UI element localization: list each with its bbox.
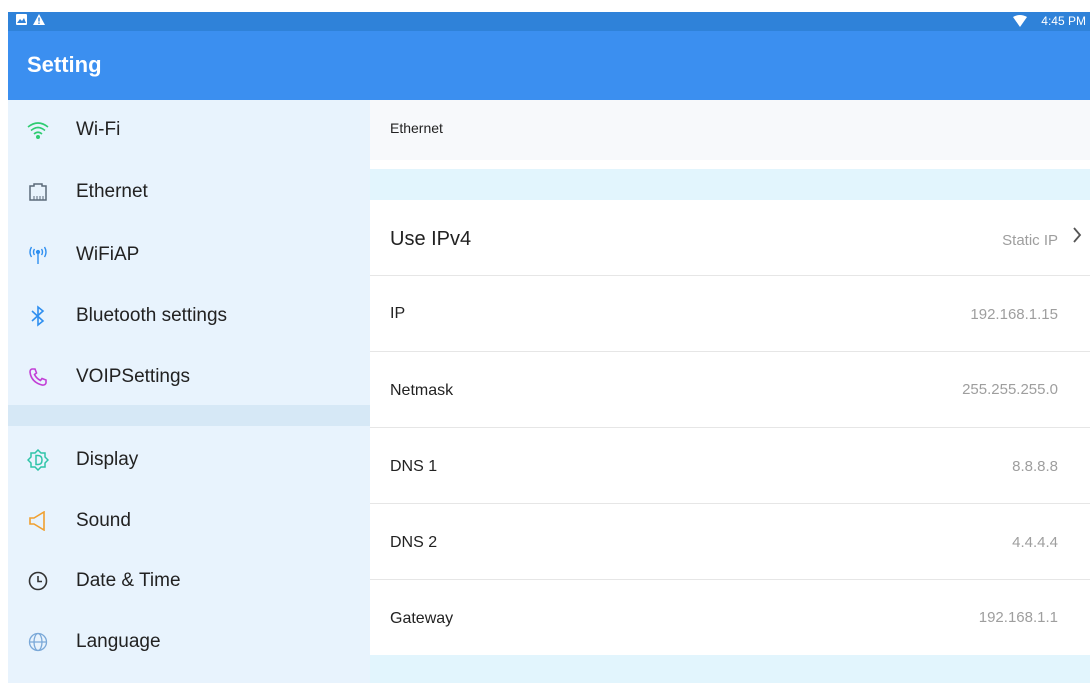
status-time: 4:45 PM	[1041, 14, 1086, 28]
warning-icon	[33, 14, 45, 25]
sidebar-item-bluetooth[interactable]: Bluetooth settings	[8, 292, 370, 340]
sidebar-item-wifi[interactable]: Wi-Fi	[8, 106, 370, 154]
dns2-label: DNS 2	[390, 534, 438, 551]
sidebar-item-label: VOIPSettings	[76, 366, 191, 387]
dns1-value: 8.8.8.8	[1012, 458, 1058, 475]
clock-icon	[25, 568, 51, 594]
netmask-value: 255.255.255.0	[962, 381, 1058, 398]
sidebar-item-label: Ethernet	[76, 181, 148, 202]
sidebar-item-label: WiFiAP	[76, 244, 140, 265]
sidebar-item-voip[interactable]: VOIPSettings	[8, 353, 370, 401]
ip-label: IP	[390, 305, 406, 322]
netmask-row[interactable]: Netmask 255.255.255.0	[370, 352, 1090, 428]
ethernet-icon	[25, 179, 51, 205]
sidebar-item-label: Wi-Fi	[76, 119, 121, 140]
use-ipv4-row[interactable]: Use IPv4 Static IP	[370, 200, 1090, 276]
sidebar-item-label: Language	[76, 631, 161, 652]
sidebar-item-label: Display	[76, 449, 139, 470]
breadcrumb: Ethernet	[370, 100, 1090, 160]
wifi-icon	[25, 117, 51, 143]
ip-row[interactable]: IP 192.168.1.15	[370, 276, 1090, 352]
sidebar-item-display[interactable]: Display	[8, 436, 370, 484]
use-ipv4-value: Static IP	[1002, 232, 1058, 249]
gateway-value: 192.168.1.1	[978, 609, 1058, 626]
gateway-label: Gateway	[390, 610, 454, 627]
bluetooth-icon	[25, 303, 51, 329]
main-panel: Ethernet Use IPv4 Static IP IP 192.168.1…	[370, 100, 1090, 683]
speaker-icon	[25, 508, 51, 534]
sidebar-item-label: Sound	[76, 510, 131, 531]
status-bar: 4:45 PM	[8, 12, 1090, 31]
app-bar: Setting	[8, 31, 1090, 100]
sidebar-item-date-time[interactable]: Date & Time	[8, 557, 370, 605]
status-right: 4:45 PM	[1013, 14, 1086, 28]
sidebar-item-label: Bluetooth settings	[76, 305, 228, 326]
sidebar-item-label: Date & Time	[76, 570, 181, 591]
app-title: Setting	[27, 52, 102, 77]
sidebar-item-ethernet[interactable]: Ethernet	[8, 168, 370, 216]
status-left	[16, 14, 45, 25]
display-icon	[25, 447, 51, 473]
section-footer	[370, 655, 1090, 683]
chevron-right-icon	[1072, 226, 1082, 249]
sidebar-divider	[8, 405, 370, 426]
dns2-value: 4.4.4.4	[1012, 534, 1058, 551]
use-ipv4-label: Use IPv4	[390, 228, 472, 250]
gateway-row[interactable]: Gateway 192.168.1.1	[370, 580, 1090, 655]
netmask-label: Netmask	[390, 382, 454, 399]
phone-icon	[25, 364, 51, 390]
image-notification-icon	[16, 14, 27, 25]
wifi-signal-icon	[1013, 15, 1028, 27]
sidebar-item-language[interactable]: Language	[8, 618, 370, 666]
hotspot-icon	[25, 242, 51, 268]
dns1-row[interactable]: DNS 1 8.8.8.8	[370, 428, 1090, 504]
sidebar: Wi-Fi Ethernet WiFiAP Bluetooth settings…	[8, 100, 370, 683]
section-divider	[370, 169, 1090, 200]
dns2-row[interactable]: DNS 2 4.4.4.4	[370, 504, 1090, 580]
sidebar-item-wifiap[interactable]: WiFiAP	[8, 231, 370, 279]
breadcrumb-label: Ethernet	[390, 120, 443, 136]
ip-value: 192.168.1.15	[970, 306, 1058, 323]
dns1-label: DNS 1	[390, 458, 438, 475]
sidebar-item-sound[interactable]: Sound	[8, 497, 370, 545]
globe-icon	[25, 629, 51, 655]
